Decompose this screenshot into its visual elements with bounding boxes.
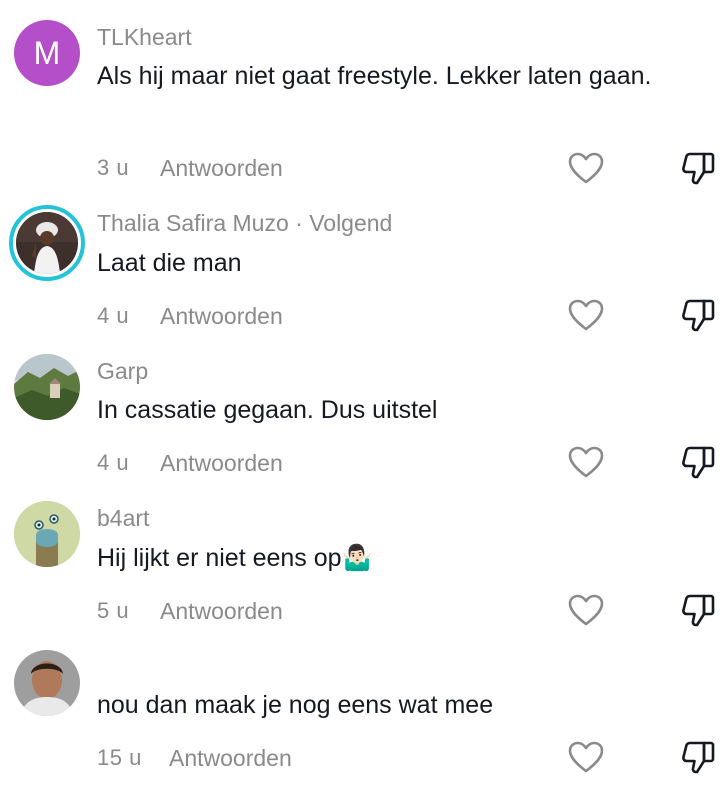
dislike-icon[interactable] (680, 297, 716, 333)
dislike-icon[interactable] (680, 444, 716, 480)
comment-text: Laat die man (97, 249, 242, 277)
comment-author[interactable]: Thalia Safira Muzo (97, 210, 289, 236)
comment-text: Als hij maar niet gaat freestyle. Lekker… (97, 62, 652, 90)
comment-time: 5 u (97, 598, 130, 623)
avatar[interactable] (14, 354, 80, 420)
avatar-photo (14, 650, 80, 716)
comment-author-line: Thalia Safira Muzo · Volgend (97, 210, 392, 237)
comment-time: 4 u (97, 450, 130, 475)
reply-button[interactable]: Antwoorden (160, 598, 283, 625)
comment-meta: 4 u Antwoorden (97, 450, 283, 476)
dislike-icon[interactable] (680, 150, 716, 186)
comment-text: In cassatie gegaan. Dus uitstel (97, 396, 438, 424)
reply-button[interactable]: Antwoorden (160, 155, 283, 182)
like-heart-icon[interactable] (568, 152, 604, 184)
comment-time: 15 u (97, 745, 142, 770)
avatar[interactable] (14, 501, 80, 567)
comment-time: 4 u (97, 303, 130, 328)
dislike-icon[interactable] (680, 739, 716, 775)
like-heart-icon[interactable] (568, 299, 604, 331)
following-label: Volgend (309, 210, 393, 236)
avatar-letter: M (33, 34, 61, 71)
separator-dot: · (295, 210, 310, 236)
shrug-emoji: 🤷🏻‍♂️ (341, 544, 373, 572)
comment-meta: 3 u Antwoorden (97, 155, 283, 181)
comment-meta: 15 u Antwoorden (97, 745, 292, 771)
like-heart-icon[interactable] (568, 446, 604, 478)
like-heart-icon[interactable] (568, 741, 604, 773)
comment-text-body: Hij lijkt er niet eens op (97, 544, 342, 572)
reply-button[interactable]: Antwoorden (160, 450, 283, 477)
comment-text: nou dan maak je nog eens wat mee (97, 691, 494, 719)
avatar[interactable] (14, 650, 80, 716)
avatar-photo (14, 354, 80, 420)
avatar[interactable] (9, 205, 85, 281)
avatar[interactable]: M (14, 20, 80, 86)
avatar-photo (16, 212, 78, 274)
reply-button[interactable]: Antwoorden (169, 745, 292, 772)
comment-author[interactable]: b4art (97, 505, 149, 532)
comment-author[interactable]: Garp (97, 358, 148, 385)
comment-text: Hij lijkt er niet eens op🤷🏻‍♂️ (97, 538, 687, 578)
reply-button[interactable]: Antwoorden (160, 303, 283, 330)
dislike-icon[interactable] (680, 592, 716, 628)
like-heart-icon[interactable] (568, 594, 604, 626)
comment-meta: 4 u Antwoorden (97, 303, 283, 329)
comment-author[interactable]: TLKheart (97, 24, 192, 51)
comment-meta: 5 u Antwoorden (97, 598, 283, 624)
comment-time: 3 u (97, 155, 130, 180)
avatar-photo (14, 501, 80, 567)
